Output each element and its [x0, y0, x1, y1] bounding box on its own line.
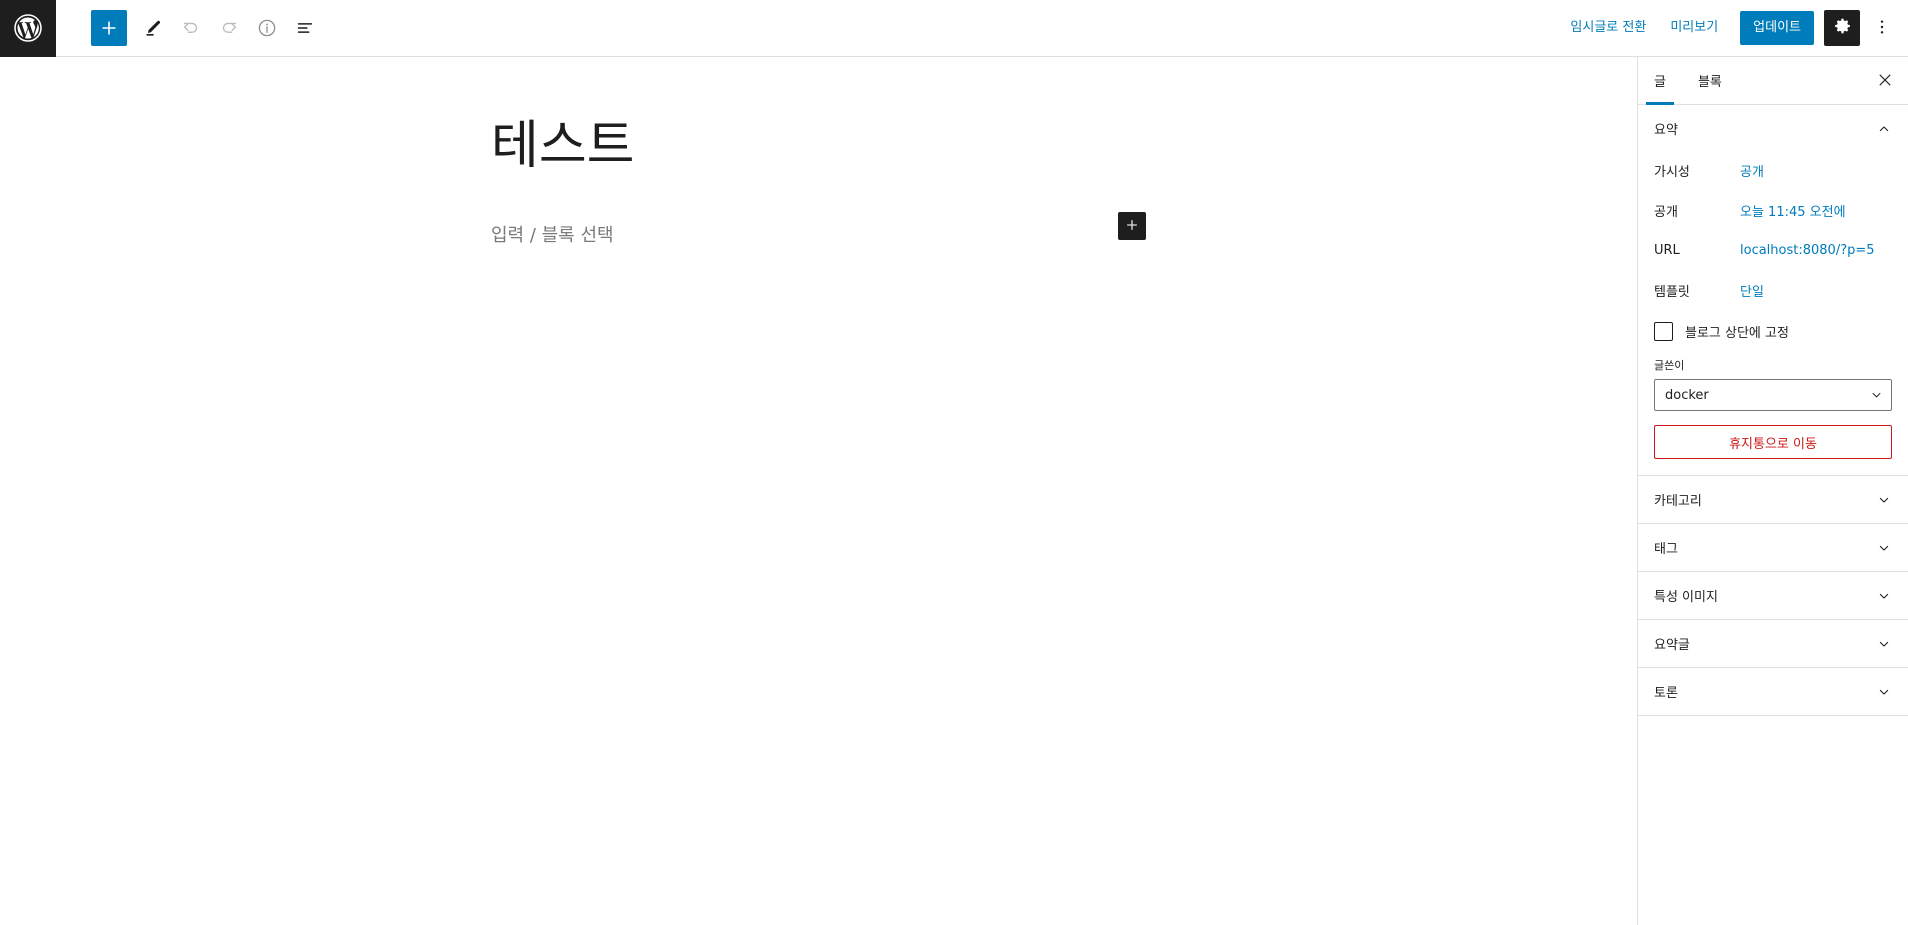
wordpress-logo-icon — [13, 13, 43, 43]
chevron-down-icon — [1876, 540, 1892, 556]
settings-sidebar: 글 블록 요약 가시성 공개 공개 오늘 11:45 오전에 URL local… — [1637, 57, 1908, 925]
sticky-post-checkbox-row[interactable]: 블로그 상단에 고정 — [1654, 322, 1892, 341]
panel-excerpt-header[interactable]: 요약글 — [1638, 620, 1908, 667]
summary-value-visibility[interactable]: 공개 — [1740, 157, 1764, 184]
chevron-down-icon — [1876, 636, 1892, 652]
summary-row-template: 템플릿 단일 — [1654, 272, 1892, 308]
undo-arrow-icon — [180, 17, 202, 39]
redo-button[interactable] — [211, 10, 247, 46]
move-to-trash-button[interactable]: 휴지통으로 이동 — [1654, 425, 1892, 459]
panel-categories-title: 카테고리 — [1654, 494, 1702, 509]
panel-excerpt-title: 요약글 — [1654, 638, 1690, 653]
close-x-icon — [1876, 71, 1894, 92]
three-dots-vertical-icon — [1872, 17, 1892, 40]
panel-tags-title: 태그 — [1654, 542, 1678, 557]
update-button[interactable]: 업데이트 — [1740, 10, 1814, 46]
panel-categories-header[interactable]: 카테고리 — [1638, 476, 1908, 523]
block-placeholder-text[interactable]: 입력 / 블록 선택 — [491, 222, 614, 249]
panel-discussion: 토론 — [1638, 668, 1908, 716]
details-button[interactable] — [249, 10, 285, 46]
chevron-down-icon — [1876, 684, 1892, 700]
panel-discussion-title: 토론 — [1654, 686, 1678, 701]
panel-tags-header[interactable]: 태그 — [1638, 524, 1908, 571]
summary-row-url: URL localhost:8080/?p=5 — [1654, 232, 1892, 268]
preview-button[interactable]: 미리보기 — [1658, 12, 1730, 45]
author-field-label: 글쓴이 — [1654, 359, 1685, 372]
undo-button[interactable] — [173, 10, 209, 46]
close-sidebar-button[interactable] — [1868, 57, 1908, 105]
more-options-button[interactable] — [1864, 10, 1900, 46]
panel-summary-header[interactable]: 요약 — [1638, 105, 1908, 152]
chevron-down-icon — [1876, 492, 1892, 508]
summary-row-publish: 공개 오늘 11:45 오전에 — [1654, 192, 1892, 228]
settings-button[interactable] — [1824, 10, 1860, 46]
list-view-button[interactable] — [287, 10, 323, 46]
pencil-icon — [142, 17, 164, 39]
gear-icon — [1832, 16, 1853, 40]
switch-to-draft-button[interactable]: 임시글로 전환 — [1558, 12, 1658, 45]
summary-value-publish-date[interactable]: 오늘 11:45 오전에 — [1740, 197, 1846, 224]
info-circle-icon — [256, 17, 278, 39]
summary-label-template: 템플릿 — [1654, 284, 1690, 300]
panel-discussion-header[interactable]: 토론 — [1638, 668, 1908, 715]
wordpress-logo-button[interactable] — [0, 0, 56, 57]
redo-arrow-icon — [218, 17, 240, 39]
summary-value-url[interactable]: localhost:8080/?p=5 — [1740, 239, 1875, 262]
sidebar-tab-list: 글 블록 — [1638, 57, 1908, 105]
editor-toolbar: 임시글로 전환 미리보기 업데이트 — [0, 0, 1908, 57]
tab-post[interactable]: 글 — [1638, 57, 1682, 105]
panel-tags: 태그 — [1638, 524, 1908, 572]
chevron-down-icon — [1876, 588, 1892, 604]
panel-featured-image-title: 특성 이미지 — [1654, 590, 1718, 605]
panel-categories: 카테고리 — [1638, 476, 1908, 524]
summary-value-template[interactable]: 단일 — [1740, 277, 1764, 304]
tools-edit-button[interactable] — [135, 10, 171, 46]
toolbar-left-group — [91, 10, 323, 46]
author-select[interactable]: docker — [1654, 379, 1892, 411]
plus-icon — [1124, 217, 1140, 236]
panel-featured-image-header[interactable]: 특성 이미지 — [1638, 572, 1908, 619]
toolbar-right-group: 임시글로 전환 미리보기 업데이트 — [1558, 10, 1908, 46]
summary-row-visibility: 가시성 공개 — [1654, 152, 1892, 188]
post-title[interactable]: 테스트 — [491, 116, 635, 177]
add-block-button[interactable] — [91, 10, 127, 46]
chevron-up-icon — [1876, 121, 1892, 137]
summary-label-url: URL — [1654, 242, 1680, 258]
sticky-post-checkbox[interactable] — [1654, 322, 1673, 341]
editor-canvas: 테스트 입력 / 블록 선택 — [0, 57, 1637, 925]
panel-featured-image: 특성 이미지 — [1638, 572, 1908, 620]
plus-icon — [99, 18, 119, 38]
panel-summary: 요약 가시성 공개 공개 오늘 11:45 오전에 URL localhost:… — [1638, 105, 1908, 476]
panel-excerpt: 요약글 — [1638, 620, 1908, 668]
summary-label-publish: 공개 — [1654, 204, 1678, 220]
author-select-wrapper: docker — [1654, 379, 1892, 411]
inline-block-appender-button[interactable] — [1118, 212, 1146, 240]
list-view-icon — [294, 17, 316, 39]
panel-summary-body: 가시성 공개 공개 오늘 11:45 오전에 URL localhost:808… — [1638, 152, 1908, 475]
panel-summary-title: 요약 — [1654, 123, 1678, 138]
tab-block[interactable]: 블록 — [1682, 57, 1738, 104]
sticky-post-label: 블로그 상단에 고정 — [1685, 326, 1789, 341]
summary-label-visibility: 가시성 — [1654, 164, 1690, 180]
